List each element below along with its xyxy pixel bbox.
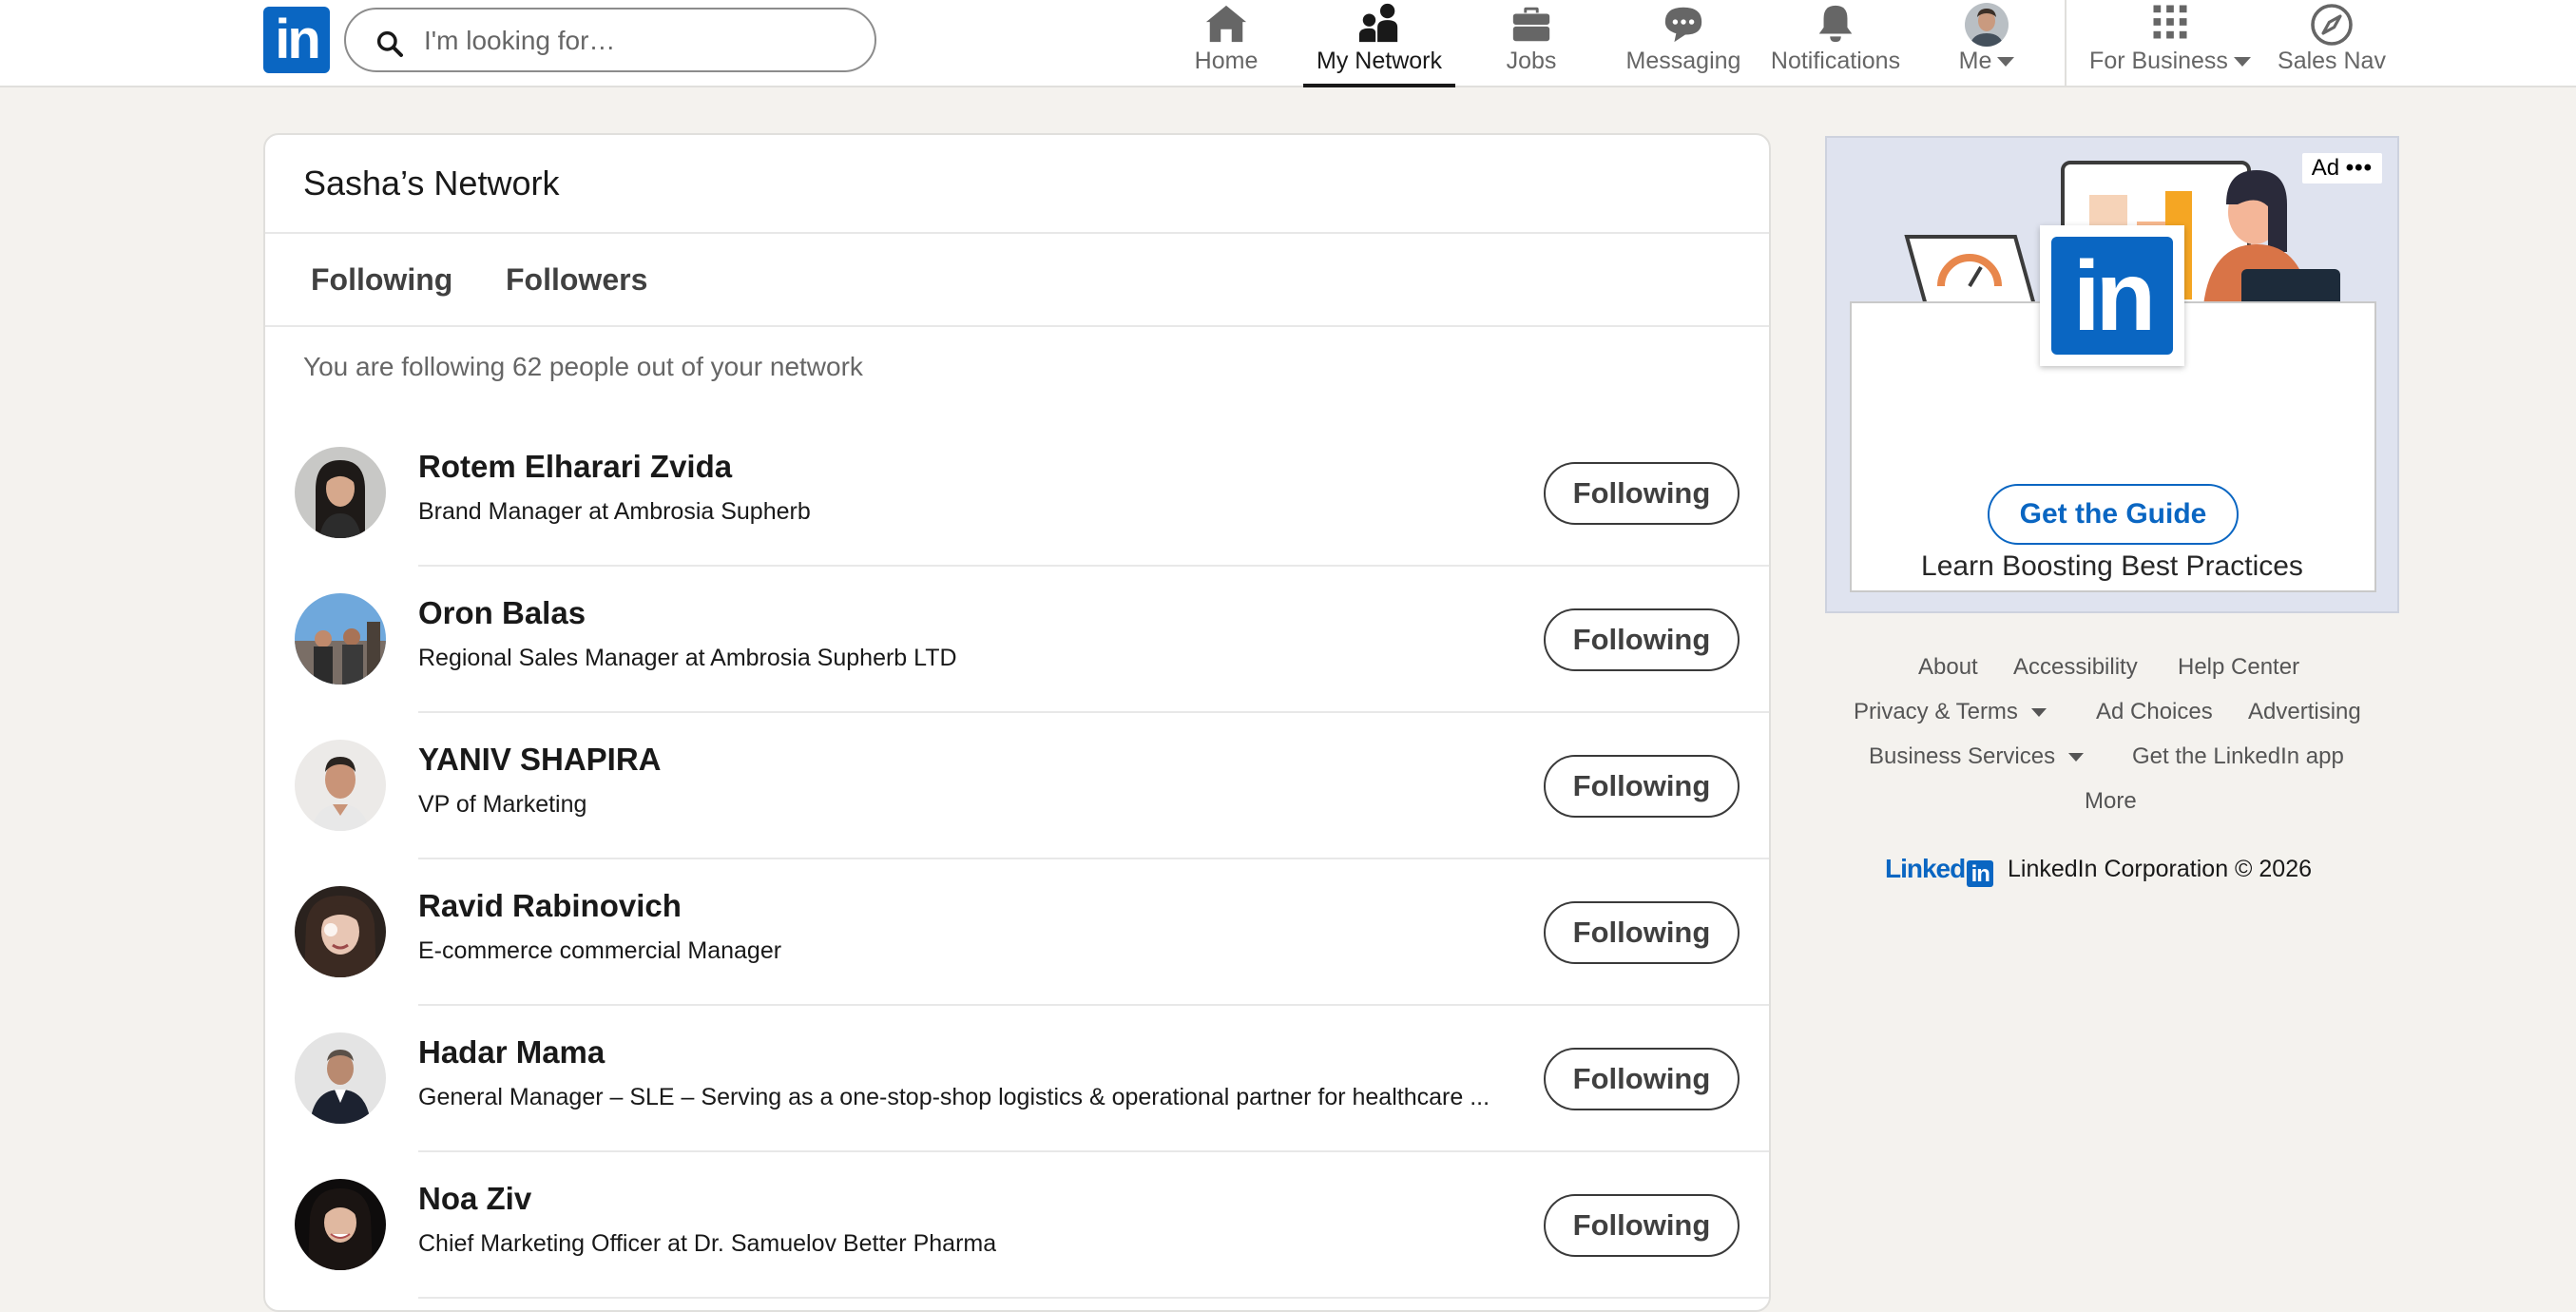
- person-headline: General Manager – SLE – Serving as a one…: [418, 1084, 1490, 1110]
- footer-get-app[interactable]: Get the LinkedIn app: [2132, 743, 2344, 770]
- tab-followers[interactable]: Followers: [506, 262, 647, 298]
- footer-more[interactable]: More: [2085, 788, 2137, 815]
- ad-label: Ad: [2311, 155, 2340, 181]
- avatar[interactable]: [295, 886, 386, 977]
- nav-for-business-label: For Business: [2082, 48, 2259, 75]
- person-name[interactable]: Rotem Elharari Zvida: [418, 449, 732, 485]
- avatar[interactable]: [295, 593, 386, 685]
- nav-sales-nav-label: Sales Nav: [2278, 48, 2386, 74]
- chevron-down-icon: [1997, 57, 2015, 68]
- search-bar[interactable]: [344, 8, 876, 72]
- get-the-guide-button[interactable]: Get the Guide: [1988, 484, 2239, 545]
- page-title: Sasha’s Network: [303, 164, 560, 203]
- nav-notifications[interactable]: Notifications: [1766, 0, 1905, 86]
- list-item: Noa Ziv Chief Marketing Officer at Dr. S…: [265, 1152, 1769, 1299]
- person-name[interactable]: Ravid Rabinovich: [418, 888, 682, 924]
- ad-headline: Learn Boosting Best Practices: [1921, 550, 2303, 582]
- person-name[interactable]: Hadar Mama: [418, 1034, 605, 1071]
- avatar[interactable]: [295, 447, 386, 538]
- footer-ad-choices[interactable]: Ad Choices: [2096, 699, 2213, 725]
- footer-in-badge: in: [1967, 860, 1994, 887]
- person-name[interactable]: Oron Balas: [418, 595, 586, 631]
- person-headline: Brand Manager at Ambrosia Supherb: [418, 498, 811, 525]
- nav-me[interactable]: Me: [1939, 0, 2034, 86]
- avatar[interactable]: [295, 740, 386, 831]
- chevron-down-icon: [2030, 708, 2047, 718]
- nav-messaging[interactable]: Messaging: [1616, 0, 1751, 86]
- linkedin-logo[interactable]: in: [263, 7, 330, 73]
- linkedin-logo: in: [2051, 237, 2173, 355]
- following-button[interactable]: Following: [1544, 608, 1740, 671]
- person-headline: Regional Sales Manager at Ambrosia Suphe…: [418, 645, 957, 671]
- footer-privacy-terms[interactable]: Privacy & Terms: [1854, 699, 2047, 725]
- nav-for-business-text: For Business: [2089, 48, 2228, 74]
- list-item: YANIV SHAPIRA VP of Marketing Following: [265, 713, 1769, 859]
- divider: [265, 232, 1769, 234]
- nav-sales-nav[interactable]: Sales Nav: [2274, 0, 2390, 86]
- my-network-icon: [1358, 3, 1398, 43]
- footer-advertising[interactable]: Advertising: [2248, 699, 2361, 725]
- compass-icon: [2311, 4, 2353, 46]
- nav-jobs-label: Jobs: [1506, 48, 1557, 74]
- nav-messaging-label: Messaging: [1625, 48, 1741, 74]
- more-options-icon[interactable]: •••: [2346, 155, 2373, 181]
- footer-about[interactable]: About: [1918, 654, 1978, 681]
- bell-icon: [1818, 5, 1853, 43]
- nav-notifications-label: Notifications: [1770, 48, 1901, 74]
- message-icon: [1664, 7, 1702, 43]
- nav-jobs[interactable]: Jobs: [1484, 0, 1579, 86]
- nav-home-label: Home: [1194, 48, 1259, 74]
- home-icon: [1205, 5, 1247, 43]
- ad-badge[interactable]: Ad •••: [2301, 153, 2382, 183]
- footer-privacy-text: Privacy & Terms: [1854, 699, 2018, 724]
- nav-me-label: Me: [1939, 48, 2034, 75]
- nav-my-network[interactable]: My Network: [1303, 0, 1455, 87]
- footer-copyright: LinkedIn Corporation © 2026: [2008, 856, 2313, 882]
- person-headline: Chief Marketing Officer at Dr. Samuelov …: [418, 1230, 997, 1257]
- person-headline: VP of Marketing: [418, 791, 587, 818]
- tab-following[interactable]: Following: [311, 262, 452, 298]
- network-card: Sasha’s Network Following Followers You …: [263, 133, 1771, 1312]
- ad-card[interactable]: Ad ••• in Learn Boosting Best Practices …: [1825, 136, 2399, 613]
- divider: [265, 325, 1769, 327]
- top-navigation-bar: in Home My Network Jobs: [0, 0, 2576, 87]
- footer-accessibility[interactable]: Accessibility: [2013, 654, 2138, 681]
- footer-business-text: Business Services: [1869, 743, 2056, 769]
- search-input[interactable]: [422, 17, 844, 65]
- list-item: Oron Balas Regional Sales Manager at Amb…: [265, 567, 1769, 713]
- following-button[interactable]: Following: [1544, 1194, 1740, 1257]
- following-summary: You are following 62 people out of your …: [303, 352, 863, 381]
- person-name[interactable]: YANIV SHAPIRA: [418, 742, 662, 778]
- grid-icon: [2153, 5, 2187, 39]
- ad-logo: in: [2040, 225, 2184, 366]
- nav-divider: [2065, 0, 2067, 86]
- following-button[interactable]: Following: [1544, 1048, 1740, 1110]
- search-icon: [376, 30, 403, 57]
- nav-home[interactable]: Home: [1179, 0, 1274, 86]
- footer-help-center[interactable]: Help Center: [2178, 654, 2299, 681]
- nav-for-business[interactable]: For Business: [2082, 0, 2259, 86]
- list-item: Hadar Mama General Manager – SLE – Servi…: [265, 1006, 1769, 1152]
- avatar[interactable]: [295, 1179, 386, 1270]
- footer-wordmark: Linked: [1885, 854, 1966, 883]
- briefcase-icon: [1512, 7, 1550, 42]
- nav-my-network-label: My Network: [1317, 48, 1442, 74]
- following-button[interactable]: Following: [1544, 462, 1740, 525]
- following-button[interactable]: Following: [1544, 901, 1740, 964]
- avatar[interactable]: [295, 1032, 386, 1124]
- list-item: Rotem Elharari Zvida Brand Manager at Am…: [265, 420, 1769, 567]
- chevron-down-icon: [2068, 753, 2085, 762]
- avatar: [1965, 3, 2009, 47]
- list-item: Ravid Rabinovich E-commerce commercial M…: [265, 859, 1769, 1006]
- person-name[interactable]: Noa Ziv: [418, 1181, 531, 1217]
- footer-business-services[interactable]: Business Services: [1869, 743, 2085, 770]
- following-button[interactable]: Following: [1544, 755, 1740, 818]
- nav-me-text: Me: [1958, 48, 1992, 74]
- person-headline: E-commerce commercial Manager: [418, 937, 782, 964]
- chevron-down-icon: [2233, 57, 2251, 68]
- divider: [418, 1297, 1769, 1299]
- footer-linkedin-logo: Linked in: [1885, 854, 1994, 887]
